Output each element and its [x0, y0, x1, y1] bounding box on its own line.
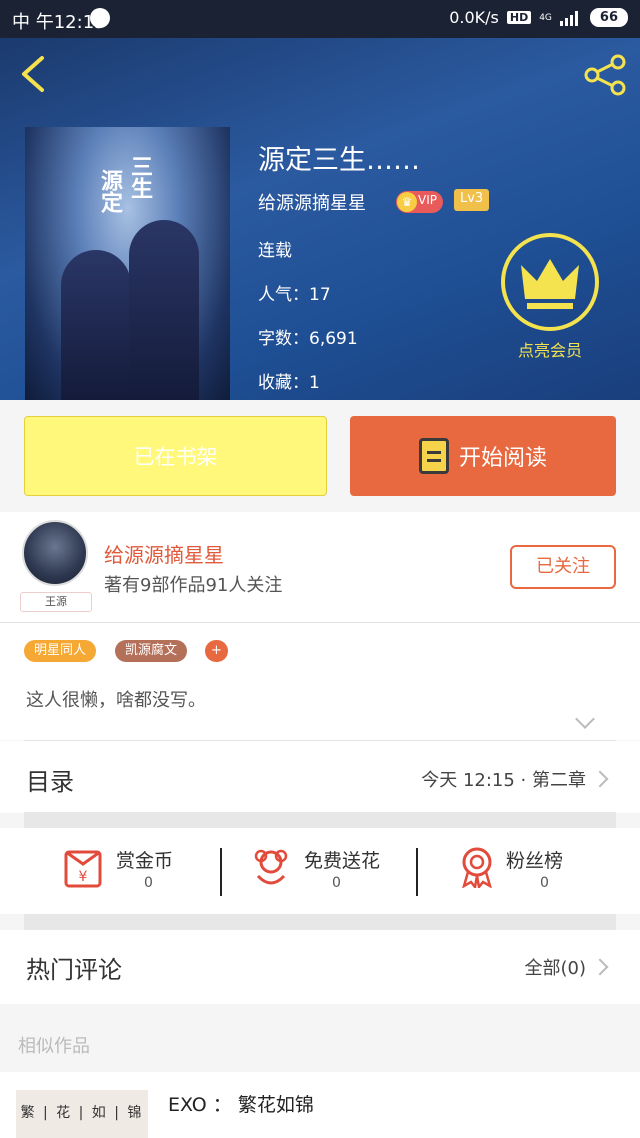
avatar-tag: 王源: [20, 592, 92, 612]
battery-icon: 66: [589, 8, 628, 27]
signal-label: 4G: [539, 12, 552, 23]
similar-works-title: 相似作品: [18, 1036, 90, 1057]
reward-coin-action[interactable]: ¥ 赏金币 0: [60, 842, 254, 892]
free-flower-count: 0: [332, 875, 341, 891]
cover-figure-right: [129, 220, 199, 400]
book-favorites: 收藏：1: [258, 373, 320, 393]
status-right: 0.0K/s HD 4G 66: [449, 8, 628, 27]
section-band: [24, 812, 616, 828]
book-icon: [418, 438, 449, 474]
start-reading-button[interactable]: 开始阅读: [350, 416, 616, 496]
vip-label: VIP: [418, 193, 437, 207]
vip-badge: ♛ VIP: [396, 191, 443, 213]
book-cover[interactable]: 源定 三生: [25, 127, 230, 400]
book-status: 连载: [258, 241, 292, 261]
signal-icon: [559, 10, 578, 26]
start-reading-label: 开始阅读: [458, 446, 547, 471]
book-title: 源定三生……: [258, 145, 420, 176]
status-bar: 中 午12:15 0.0K/s HD 4G 66: [0, 0, 640, 38]
comments-all-link[interactable]: 全部(0): [524, 954, 609, 980]
chevron-right-icon: [591, 958, 609, 976]
vip-crown-icon: ♛: [397, 192, 417, 212]
medal-icon: [462, 847, 492, 888]
divider: [416, 848, 418, 896]
network-speed: 0.0K/s: [449, 8, 499, 27]
tag-kaiyuan[interactable]: 凯源腐文: [115, 640, 188, 662]
in-bookshelf-button[interactable]: 已在书架: [24, 416, 327, 496]
app-notification-icon: [90, 8, 110, 28]
catalog-title[interactable]: 目录: [26, 762, 74, 797]
share-icon[interactable]: [584, 54, 628, 96]
member-crown-button[interactable]: [501, 233, 599, 331]
svg-text:¥: ¥: [79, 869, 88, 885]
reward-coin-count: 0: [144, 875, 153, 891]
book-popularity: 人气：17: [258, 285, 331, 305]
divider: [220, 848, 222, 896]
follow-button[interactable]: 已关注: [510, 545, 616, 589]
crown-icon: [521, 259, 579, 309]
tag-section: [0, 623, 640, 740]
fan-ranking-label: 粉丝榜: [506, 850, 564, 872]
free-flower-label: 免费送花: [304, 850, 381, 872]
fan-ranking-action[interactable]: 粉丝榜 0: [456, 842, 640, 892]
cover-text-1: 源定: [97, 169, 122, 213]
comments-all-label: 全部(0): [524, 958, 587, 979]
tag-star-fanfic[interactable]: 明星同人: [24, 640, 97, 662]
author-stats: 著有9部作品91人关注: [104, 575, 283, 596]
flower-icon: [254, 849, 288, 885]
similar-work-title[interactable]: EXO ： 繁花如锦: [168, 1090, 314, 1117]
cover-figure-left: [61, 250, 131, 400]
hd-icon: HD: [506, 11, 532, 24]
catalog-latest[interactable]: 今天 12:15 · 第二章: [421, 766, 609, 792]
free-flower-action[interactable]: 免费送花 0: [248, 842, 442, 892]
author-name[interactable]: 给源源摘星星: [104, 539, 224, 568]
back-icon[interactable]: [16, 54, 50, 94]
section-band: [24, 914, 616, 930]
book-author[interactable]: 给源源摘星星: [258, 189, 366, 215]
comments-title: 热门评论: [26, 956, 122, 984]
reward-coin-icon: ¥: [64, 850, 102, 888]
book-description: 这人很懒，啥都没写。: [26, 690, 206, 711]
level-badge: Lv3: [454, 189, 490, 211]
member-label[interactable]: 点亮会员: [498, 337, 602, 361]
cover-text-2: 三生: [127, 155, 152, 199]
fan-ranking-count: 0: [540, 875, 549, 891]
reward-coin-label: 赏金币: [116, 850, 174, 872]
add-tag-button[interactable]: +: [205, 640, 228, 662]
catalog-latest-label: 今天 12:15 · 第二章: [421, 770, 586, 791]
chevron-right-icon: [591, 770, 609, 788]
book-word-count: 字数：6,691: [258, 329, 358, 349]
avatar[interactable]: [22, 520, 88, 586]
similar-work-cover[interactable]: 繁 | 花 | 如 | 锦: [16, 1090, 148, 1138]
